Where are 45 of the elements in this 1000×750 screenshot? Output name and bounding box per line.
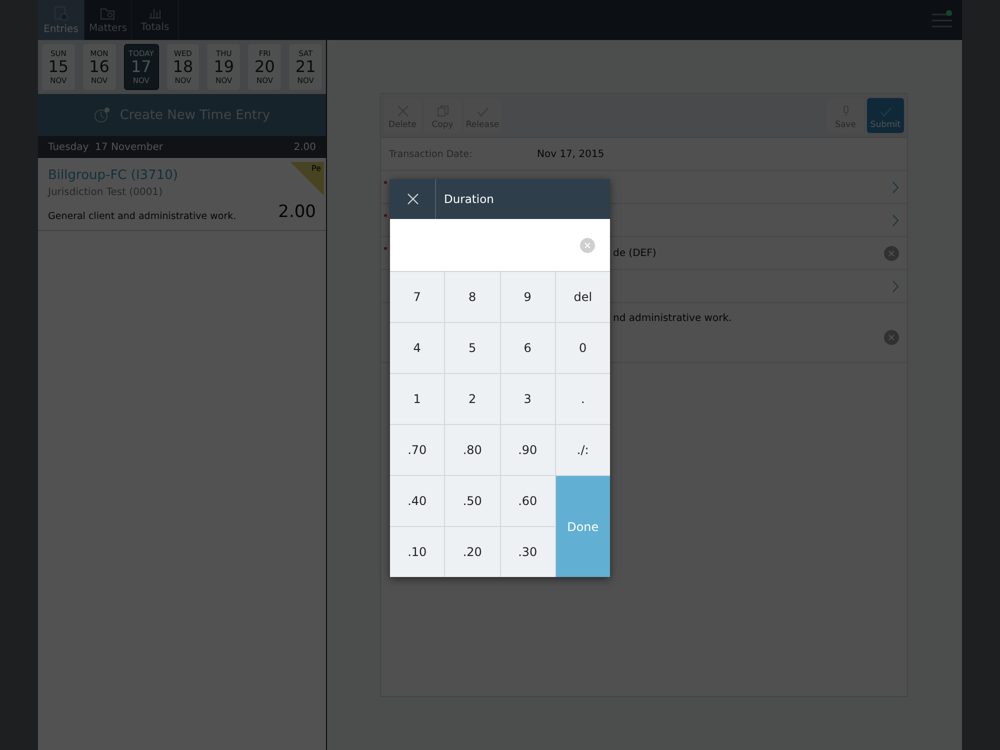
- field-value: de (DEF): [613, 248, 658, 258]
- keypad-key[interactable]: .60: [500, 476, 555, 526]
- menu-icon: [932, 12, 952, 28]
- keypad-key[interactable]: 2: [445, 374, 500, 424]
- duration-field[interactable]: [390, 219, 610, 272]
- keypad-key[interactable]: .30: [500, 527, 555, 577]
- keypad-key[interactable]: 4: [390, 323, 444, 373]
- keypad-title: Duration: [444, 192, 494, 206]
- day-total: 2.00: [294, 142, 316, 152]
- keypad-key[interactable]: ./:: [556, 425, 610, 475]
- keypad-key[interactable]: 7: [390, 272, 444, 322]
- close-icon: [406, 193, 418, 205]
- keypad-key[interactable]: 3: [500, 374, 555, 424]
- field-value: Nov 17, 2015: [537, 148, 604, 160]
- checkmark-icon: [880, 107, 892, 117]
- clipboard-check-icon: [54, 6, 68, 20]
- keypad-key[interactable]: 9: [500, 272, 555, 322]
- chevron-right-icon[interactable]: [892, 214, 899, 226]
- chevron-right-icon[interactable]: [892, 280, 899, 292]
- keypad-key[interactable]: .70: [390, 425, 444, 475]
- clear-icon[interactable]: [884, 330, 899, 345]
- keypad-key[interactable]: 1: [390, 374, 444, 424]
- entry-hours: 2.00: [278, 202, 316, 222]
- clock-plus-icon: [94, 107, 110, 123]
- keypad-key[interactable]: .50: [445, 476, 500, 526]
- keypad-key[interactable]: .10: [390, 527, 444, 577]
- keypad-key[interactable]: .80: [445, 425, 500, 475]
- clear-icon[interactable]: [884, 246, 899, 260]
- clear-icon[interactable]: [580, 238, 595, 252]
- bar-chart-icon: [148, 7, 162, 19]
- chevron-right-icon[interactable]: [892, 180, 899, 194]
- entry-client: Billgroup-FC (I3710): [48, 168, 179, 183]
- keypad-key[interactable]: .: [556, 374, 610, 424]
- keypad-key[interactable]: .90: [500, 425, 555, 475]
- keypad-key[interactable]: del: [556, 272, 610, 322]
- folder-search-icon: [100, 6, 116, 20]
- keypad-key[interactable]: 5: [445, 323, 500, 373]
- keypad-key[interactable]: 8: [445, 272, 500, 322]
- keypad-key[interactable]: 0: [556, 323, 610, 373]
- field-value: nd administrative work.: [613, 313, 733, 324]
- keypad-key[interactable]: .20: [445, 527, 500, 577]
- keypad-key[interactable]: .40: [390, 476, 444, 526]
- entry-description: General client and administrative work.: [48, 211, 236, 222]
- day-date: Tuesday 17 November: [48, 142, 163, 152]
- keypad-key[interactable]: 6: [500, 323, 555, 373]
